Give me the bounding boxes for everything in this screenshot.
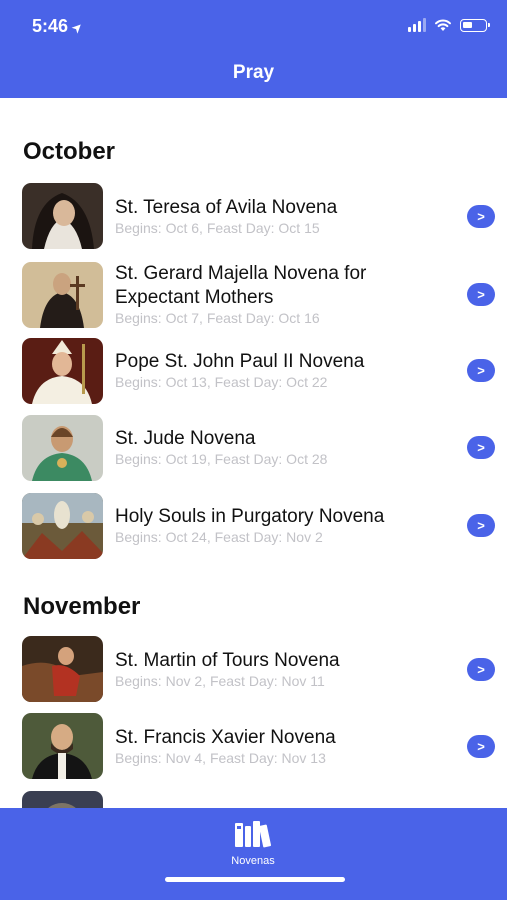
tab-novenas[interactable]: Novenas	[213, 820, 293, 867]
novena-dates: Begins: Oct 24, Feast Day: Nov 2	[115, 529, 323, 545]
saint-francis-xavier-image	[22, 713, 103, 779]
novena-title: St. Martin of Tours Novena	[115, 650, 340, 671]
novena-title: Pope St. John Paul II Novena	[115, 351, 365, 372]
holy-souls-image	[22, 493, 103, 559]
home-indicator	[165, 877, 345, 882]
list-item[interactable]: St. Gerard Majella Novena for Expectant …	[0, 260, 507, 330]
status-time-label: 5:46	[32, 16, 69, 36]
chevron-right-icon[interactable]: >	[467, 436, 495, 459]
novena-title: St. Gerard Majella Novena for Expectant …	[115, 263, 367, 308]
wifi-icon	[435, 18, 451, 31]
novena-title: Holy Souls in Purgatory Novena	[115, 506, 385, 527]
chevron-right-icon[interactable]: >	[467, 658, 495, 681]
books-icon	[235, 821, 272, 848]
chevron-right-icon[interactable]: >	[467, 735, 495, 758]
novena-dates: Begins: Oct 6, Feast Day: Oct 15	[115, 220, 320, 236]
saint-teresa-image	[22, 183, 103, 249]
pope-john-paul-image	[22, 338, 103, 404]
section-header-october: October	[23, 138, 116, 165]
novena-dates: Begins: Nov 4, Feast Day: Nov 13	[115, 750, 326, 766]
chevron-right-icon[interactable]: >	[467, 359, 495, 382]
chevron-right-icon[interactable]: >	[467, 205, 495, 228]
saint-gerard-image	[22, 262, 103, 328]
list-item[interactable]: St. Francis Xavier Novena Begins: Nov 4,…	[0, 712, 507, 782]
list-item[interactable]: St. Jude Novena Begins: Oct 19, Feast Da…	[0, 415, 507, 485]
novena-dates: Begins: Oct 7, Feast Day: Oct 16	[115, 310, 320, 326]
list-item[interactable]: Pope St. John Paul II Novena Begins: Oct…	[0, 338, 507, 408]
novena-dates: Begins: Nov 2, Feast Day: Nov 11	[115, 673, 325, 689]
cellular-signal-icon	[408, 18, 426, 32]
saint-martin-image	[22, 636, 103, 702]
status-time: 5:46➤	[32, 16, 86, 37]
novena-dates: Begins: Oct 13, Feast Day: Oct 22	[115, 374, 328, 390]
list-item[interactable]: Holy Souls in Purgatory Novena Begins: O…	[0, 493, 507, 563]
novena-title: St. Francis Xavier Novena	[115, 727, 336, 748]
novena-dates: Begins: Oct 19, Feast Day: Oct 28	[115, 451, 328, 467]
location-arrow-icon: ➤	[67, 18, 87, 37]
novena-list[interactable]: October St. Teresa of Avila Novena Begin…	[0, 98, 507, 808]
saint-jude-image	[22, 415, 103, 481]
novena-title: St. Jude Novena	[115, 428, 256, 449]
chevron-right-icon[interactable]: >	[467, 283, 495, 306]
top-bar: 5:46➤ Pray	[0, 0, 507, 98]
list-item[interactable]: St. Martin of Tours Novena Begins: Nov 2…	[0, 635, 507, 705]
list-item[interactable]: St. Teresa of Avila Novena Begins: Oct 6…	[0, 182, 507, 252]
battery-icon	[460, 18, 490, 32]
section-header-november: November	[23, 593, 141, 620]
chevron-right-icon[interactable]: >	[467, 514, 495, 537]
saint-image-partial	[22, 791, 103, 808]
list-item[interactable]	[0, 790, 507, 808]
status-icons	[408, 18, 490, 32]
page-title: Pray	[232, 62, 275, 83]
novena-title: St. Teresa of Avila Novena	[115, 197, 338, 218]
tab-bar: Novenas	[0, 808, 507, 900]
tab-novenas-label: Novenas	[231, 855, 275, 867]
